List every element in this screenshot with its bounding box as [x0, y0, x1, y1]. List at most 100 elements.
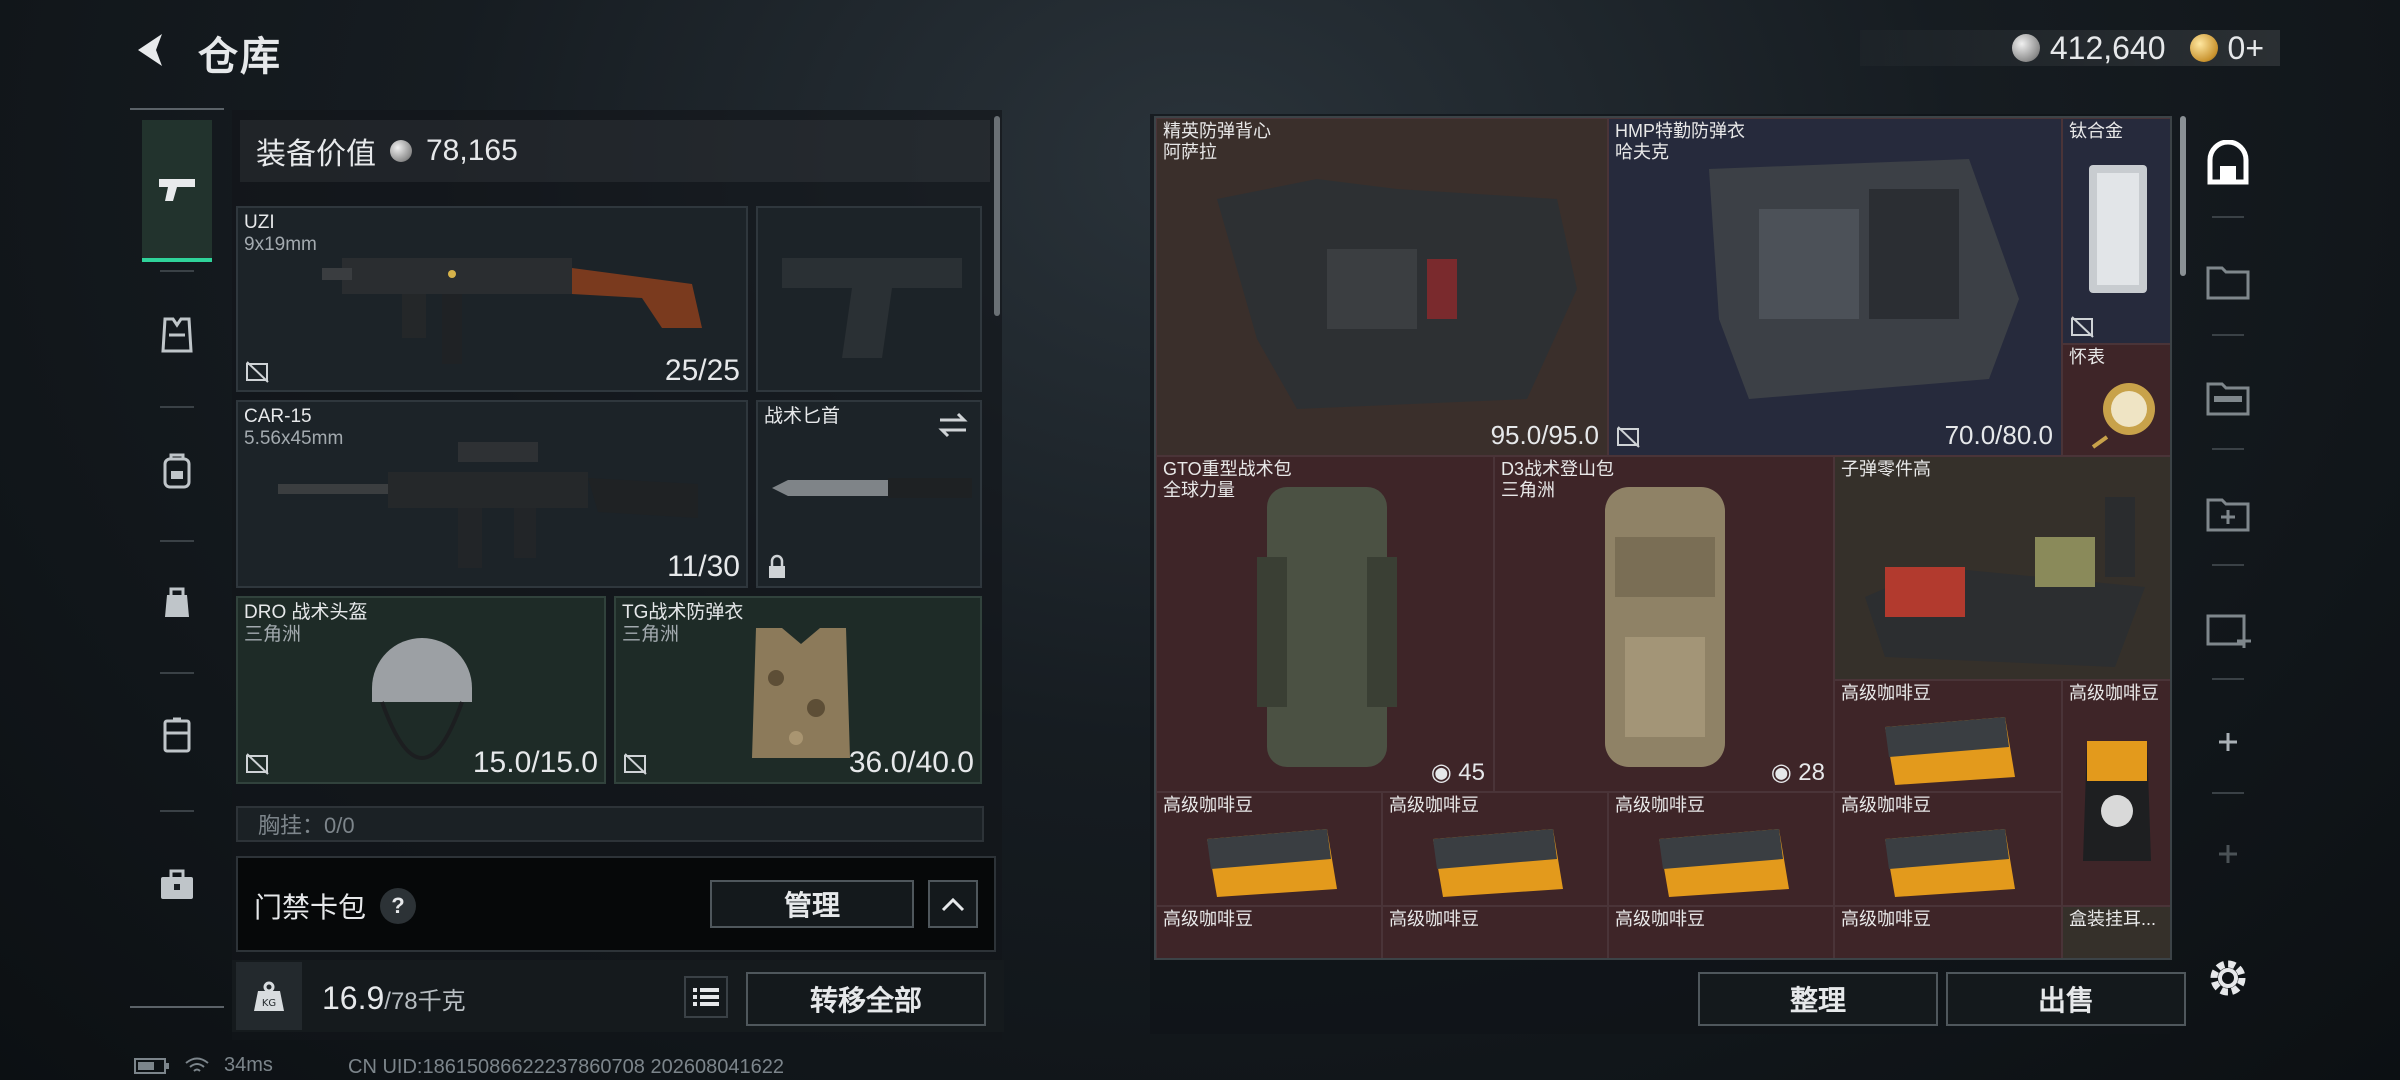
rail-item-chest-rig[interactable]	[142, 300, 212, 370]
rail-item-pouch[interactable]	[142, 566, 212, 636]
elite-vest-image	[1217, 179, 1577, 409]
sidearm-slot[interactable]	[756, 206, 982, 392]
warehouse-icon	[2207, 140, 2249, 185]
grid-item-elite-vest[interactable]: 精英防弹背心 阿萨拉 95.0/95.0	[1156, 118, 1608, 456]
coffee-box-image	[1433, 829, 1563, 897]
grid-item-ammo-parts[interactable]: 子弹零件高	[1834, 456, 2170, 680]
grid-item-gto-backpack[interactable]: GTO重型战术包 全球力量 ◉ 45	[1156, 456, 1494, 792]
add-tab-button[interactable]	[2196, 694, 2260, 790]
grid-item-coffee[interactable]: 高级咖啡豆	[1608, 906, 1834, 958]
item-name: 高级咖啡豆	[1389, 909, 1479, 929]
durability: 36.0/40.0	[848, 746, 974, 779]
capacity: ◉ 45	[1430, 759, 1485, 786]
grid-item-coffee[interactable]: 高级咖啡豆	[1156, 906, 1382, 958]
rail-item-safe-box[interactable]	[142, 700, 212, 770]
expand-button[interactable]	[928, 880, 978, 928]
slot-name: DRO 战术头盔 三角洲	[244, 602, 368, 645]
grid-item-drip-coffee[interactable]: 盒装挂耳...	[2062, 906, 2170, 958]
titanium-ingot-image	[2089, 165, 2147, 293]
rail-item-backpack[interactable]	[142, 436, 212, 506]
storage-tab-2[interactable]	[2196, 232, 2260, 328]
settings-gear-icon[interactable]	[2204, 954, 2252, 1002]
item-name: 高级咖啡豆	[1841, 909, 1931, 929]
toolbox-icon	[161, 869, 193, 899]
storage-tab-5[interactable]	[2196, 580, 2260, 676]
storage-tabs-rail	[2196, 116, 2260, 966]
gold-amount[interactable]: 0+	[2228, 30, 2264, 67]
grid-item-coffee[interactable]: 高级咖啡豆	[1382, 792, 1608, 906]
item-name: 高级咖啡豆	[1163, 795, 1253, 815]
grid-item-coffee[interactable]: 高级咖啡豆	[1382, 906, 1608, 958]
battery-icon	[134, 1057, 169, 1074]
chest-rig-row[interactable]: 胸挂：0/0	[236, 806, 984, 842]
grid-item-coffee[interactable]: 高级咖啡豆	[1834, 792, 2062, 906]
item-name: 高级咖啡豆	[2069, 683, 2159, 703]
durability: 70.0/80.0	[1944, 420, 2053, 450]
helmet-image	[372, 638, 472, 761]
equipment-value: 78,165	[426, 134, 518, 167]
d3-backpack-image	[1605, 487, 1725, 767]
melee-slot[interactable]: 战术匕首	[756, 400, 982, 588]
durability: 15.0/15.0	[472, 746, 598, 779]
add-tab-button-disabled	[2196, 806, 2260, 902]
helmet-slot[interactable]: DRO 战术头盔 三角洲 15.0/15.0	[236, 596, 606, 784]
currency-display: 412,640 0+	[1860, 30, 2280, 66]
vest-icon	[161, 317, 193, 353]
equipment-scrollbar[interactable]	[994, 116, 1000, 316]
grid-item-titanium[interactable]: 钛合金	[2062, 118, 2170, 344]
ping: 34ms	[224, 1054, 273, 1076]
item-name: 高级咖啡豆	[1615, 909, 1705, 929]
secondary-weapon-slot[interactable]: CAR-15 5.56x45mm 11/30	[236, 400, 748, 588]
grid-item-coffee[interactable]: 高级咖啡豆	[1156, 792, 1382, 906]
storage-scrollbar[interactable]	[2180, 116, 2186, 276]
storage-tab-main[interactable]	[2196, 116, 2260, 212]
medical-storage-icon	[2206, 498, 2250, 532]
sell-button[interactable]: 出售	[1946, 972, 2186, 1026]
coffee-bag-image	[2083, 741, 2151, 861]
swap-icon[interactable]	[936, 410, 970, 440]
equipment-value-label: 装备价值	[256, 138, 376, 171]
grid-item-d3-backpack[interactable]: D3战术登山包 三角洲 ◉ 28	[1494, 456, 1834, 792]
back-arrow-icon[interactable]	[130, 28, 174, 72]
page-title: 仓库	[198, 35, 282, 79]
sort-button[interactable]: 整理	[1698, 972, 1938, 1026]
car15-image	[278, 442, 698, 568]
durability: 95.0/95.0	[1490, 420, 1599, 450]
grid-item-hmp-vest[interactable]: HMP特勤防弹衣 哈夫克 70.0/80.0	[1608, 118, 2062, 456]
plus-icon	[2219, 733, 2237, 751]
item-name: 高级咖啡豆	[1163, 909, 1253, 929]
gto-backpack-image	[1257, 487, 1397, 767]
rail-item-toolbox[interactable]	[142, 850, 212, 920]
primary-weapon-slot[interactable]: UZI 9x19mm 25/25	[236, 206, 748, 392]
list-icon	[693, 988, 719, 1006]
pistol-icon	[159, 179, 195, 201]
status-bar: 34ms	[134, 1054, 273, 1077]
gold-coin-icon	[2189, 34, 2218, 62]
uzi-image	[322, 258, 702, 364]
storage-tab-4[interactable]	[2196, 464, 2260, 560]
no-insurance-icon	[624, 753, 647, 775]
ammo-count: 11/30	[667, 550, 740, 583]
item-name: 高级咖啡豆	[1389, 795, 1479, 815]
manage-button[interactable]: 管理	[710, 880, 914, 928]
item-name: 精英防弹背心 阿萨拉	[1163, 121, 1271, 162]
ammo-parts-image	[1865, 497, 2145, 667]
no-insurance-icon	[246, 361, 269, 383]
ammo-count: 25/25	[664, 354, 740, 387]
grid-item-pocket-watch[interactable]: 怀表	[2062, 344, 2170, 456]
armor-slot[interactable]: TG战术防弹衣 三角洲 36.0/40.0	[614, 596, 982, 784]
grid-item-coffee[interactable]: 高级咖啡豆	[2062, 680, 2170, 906]
silver-coin-icon	[390, 140, 412, 162]
grid-item-coffee[interactable]: 高级咖啡豆	[1834, 906, 2062, 958]
rail-item-weapons[interactable]	[142, 120, 212, 262]
silver-amount: 412,640	[2049, 29, 2166, 66]
grid-item-coffee[interactable]: 高级咖啡豆	[1608, 792, 1834, 906]
list-view-button[interactable]	[684, 976, 728, 1018]
storage-tab-3[interactable]	[2196, 348, 2260, 444]
grid-item-coffee[interactable]: 高级咖啡豆	[1834, 680, 2062, 792]
help-icon[interactable]: ?	[380, 888, 417, 924]
coffee-box-image	[1885, 829, 2015, 897]
transfer-all-button[interactable]: 转移全部	[746, 972, 986, 1026]
container-icon	[163, 717, 191, 753]
pocket-watch-image	[2091, 383, 2155, 449]
